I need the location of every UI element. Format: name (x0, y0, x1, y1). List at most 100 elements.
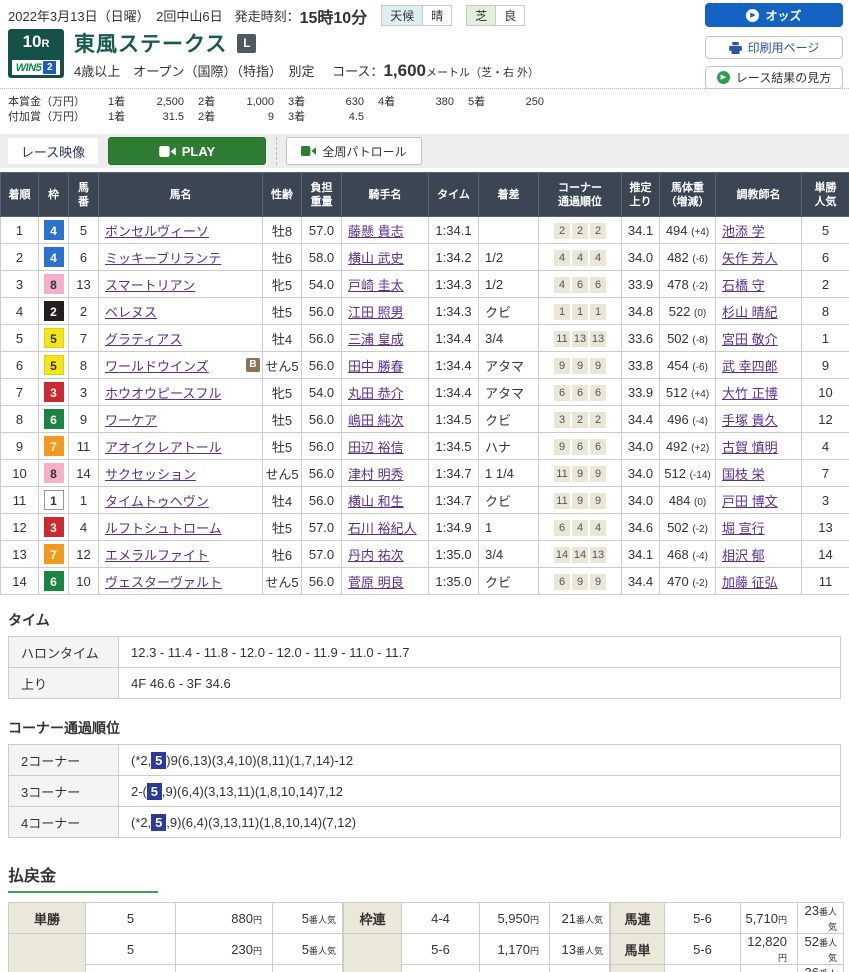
finish-position: 11 (0, 486, 39, 514)
horse-name-link[interactable]: ワーケア (105, 410, 157, 429)
start-time-value: 15時10分 (299, 9, 368, 27)
jockey-link[interactable]: 横山 和生 (348, 494, 404, 509)
yen-suffix: 円 (252, 914, 262, 925)
win-favorite-rank: 7 (801, 459, 849, 487)
horse-name-link[interactable]: アオイクレアトール (105, 437, 222, 456)
horse-number: 14 (68, 459, 99, 487)
last-furlongs-row: 上り 4F 46.6 - 3F 34.6 (8, 667, 841, 699)
trainer-link[interactable]: 堀 宣行 (722, 521, 765, 536)
trainer-cell: 大竹 正博 (715, 378, 802, 406)
win-favorite-rank: 5 (801, 216, 849, 244)
finish-position: 3 (0, 270, 39, 298)
prize-row-label: 付加賞（万円） (8, 111, 85, 123)
jockey-link[interactable]: 石川 裕紀人 (348, 521, 417, 536)
trainer-link[interactable]: 大竹 正博 (722, 386, 778, 401)
payout-popularity: 5番人気 (272, 933, 343, 965)
sex-age: せん5 (262, 567, 302, 595)
body-weight: 492 (+2) (659, 432, 716, 460)
sex-age: せん5 (262, 351, 302, 379)
jockey-link[interactable]: 三浦 皇成 (348, 332, 404, 347)
horse-name-link[interactable]: ヴェスターヴァルト (105, 572, 222, 591)
prize-amount: 9 (267, 111, 274, 123)
horse-name-link[interactable]: スマートリアン (105, 275, 195, 294)
play-button[interactable]: PLAY (108, 137, 266, 165)
horse-name-link[interactable]: ルフトシュトローム (105, 518, 222, 537)
patrol-video-button[interactable]: 全周パトロール (286, 137, 422, 165)
results-table: 着順枠馬番馬名 性齢 負担 重量 騎手名 タイム 着差 コーナー 通過順位 推定 上り 馬体重 （増減）… (0, 172, 849, 595)
bet-combination: 6 (85, 964, 176, 972)
trainer-link[interactable]: 池添 学 (722, 224, 765, 239)
jockey-link[interactable]: 菅原 明良 (348, 575, 404, 590)
horse-name-link[interactable]: グラティアス (105, 329, 182, 348)
horse-name-link[interactable]: ホウオウピースフル (105, 383, 221, 402)
corner-position-box: 9 (572, 573, 588, 590)
trainer-link[interactable]: 戸田 博文 (722, 494, 778, 509)
jockey-link[interactable]: 丹内 祐次 (348, 548, 404, 563)
margin: クビ (478, 486, 539, 514)
race-video-button[interactable]: レース映像 (8, 138, 98, 164)
jockey-link[interactable]: 横山 武史 (348, 251, 404, 266)
prize-amount: 630 (345, 96, 364, 108)
body-weight-diff: (-8) (692, 334, 708, 346)
trainer-cell: 堀 宣行 (715, 513, 802, 541)
jockey-link[interactable]: 藤懸 貴志 (348, 224, 404, 239)
prize-rank: 2着 (198, 96, 216, 108)
start-time-label: 発走時刻： (234, 9, 300, 24)
carried-weight: 56.0 (301, 351, 342, 379)
sex-age: 牡6 (262, 243, 302, 271)
frame-cell: 8 (38, 270, 69, 298)
corner-positions: 966 (538, 432, 622, 460)
finish-position: 4 (0, 297, 39, 325)
win-favorite-rank: 3 (801, 486, 849, 514)
finish-position: 5 (0, 324, 39, 352)
trainer-link[interactable]: 武 幸四郎 (722, 359, 778, 374)
horse-name-link[interactable]: ワールドウインズ (105, 356, 209, 375)
jockey-link[interactable]: 江田 照男 (348, 305, 404, 320)
results-body: 1 4 5 ボンセルヴィーソ 牡8 57.0 藤懸 貴志 1:34.1 2 2 2 34.1 494 (… (0, 216, 849, 595)
frame-cell: 6 (38, 405, 69, 433)
finish-position: 13 (0, 540, 39, 568)
horse-name-link[interactable]: ミッキーブリランテ (105, 248, 221, 267)
corner-positions: 699 (538, 567, 622, 595)
last-3f: 33.9 (621, 378, 660, 406)
result-guide-button[interactable]: ▶ レース結果の見方 (705, 66, 843, 89)
carried-weight: 56.0 (301, 297, 342, 325)
trainer-link[interactable]: 宮田 敬介 (722, 332, 778, 347)
frame-cell: 6 (38, 567, 69, 595)
trainer-link[interactable]: 相沢 郁 (722, 548, 765, 563)
body-weight: 482 (-6) (659, 243, 716, 271)
trainer-link[interactable]: 杉山 晴紀 (722, 305, 778, 320)
horse-name-link[interactable]: エメラルファイト (105, 545, 209, 564)
trainer-link[interactable]: 石橋 守 (722, 278, 765, 293)
body-weight: 496 (-4) (659, 405, 716, 433)
finish-position: 10 (0, 459, 39, 487)
jockey-link[interactable]: 田辺 裕信 (348, 440, 404, 455)
payout-popularity: 6番人気 (272, 964, 343, 972)
jockey-link[interactable]: 津村 明秀 (348, 467, 404, 482)
patrol-label: 全周パトロール (322, 144, 407, 159)
trainer-link[interactable]: 矢作 芳人 (722, 251, 778, 266)
horse-name-link[interactable]: ボンセルヴィーソ (105, 221, 209, 240)
results-header-row: 着順枠馬番馬名 性齢 負担 重量 騎手名 タイム 着差 コーナー 通過順位 推定 上り 馬体重 （増減）… (0, 172, 849, 217)
video-controls-band: レース映像 PLAY 全周パトロール (0, 134, 849, 168)
horse-name-link[interactable]: サクセッション (105, 464, 196, 483)
trainer-link[interactable]: 古賀 慎明 (722, 440, 778, 455)
carried-weight: 56.0 (301, 324, 342, 352)
horse-name-link[interactable]: ベレヌス (105, 302, 157, 321)
horse-name-link[interactable]: タイムトゥヘヴン (105, 491, 209, 510)
jockey-link[interactable]: 戸崎 圭太 (348, 278, 404, 293)
horse-number: 3 (68, 378, 99, 406)
frame-badge: 7 (43, 544, 64, 564)
trainer-link[interactable]: 国枝 栄 (722, 467, 765, 482)
print-page-button[interactable]: 印刷用ページ (705, 36, 843, 59)
trainer-link[interactable]: 手塚 貴久 (722, 413, 778, 428)
jockey-link[interactable]: 田中 勝春 (348, 359, 404, 374)
jockey-cell: 菅原 明良 (341, 567, 429, 595)
odds-button[interactable]: ▶ オッズ (705, 3, 843, 27)
jockey-link[interactable]: 丸田 恭介 (348, 386, 404, 401)
side-button-stack: ▶ オッズ 印刷用ページ ▶ レース結果の見方 (705, 3, 845, 96)
body-weight: 470 (-2) (659, 567, 716, 595)
carried-weight: 56.0 (301, 567, 342, 595)
trainer-link[interactable]: 加藤 征弘 (722, 575, 778, 590)
jockey-link[interactable]: 嶋田 純次 (348, 413, 404, 428)
